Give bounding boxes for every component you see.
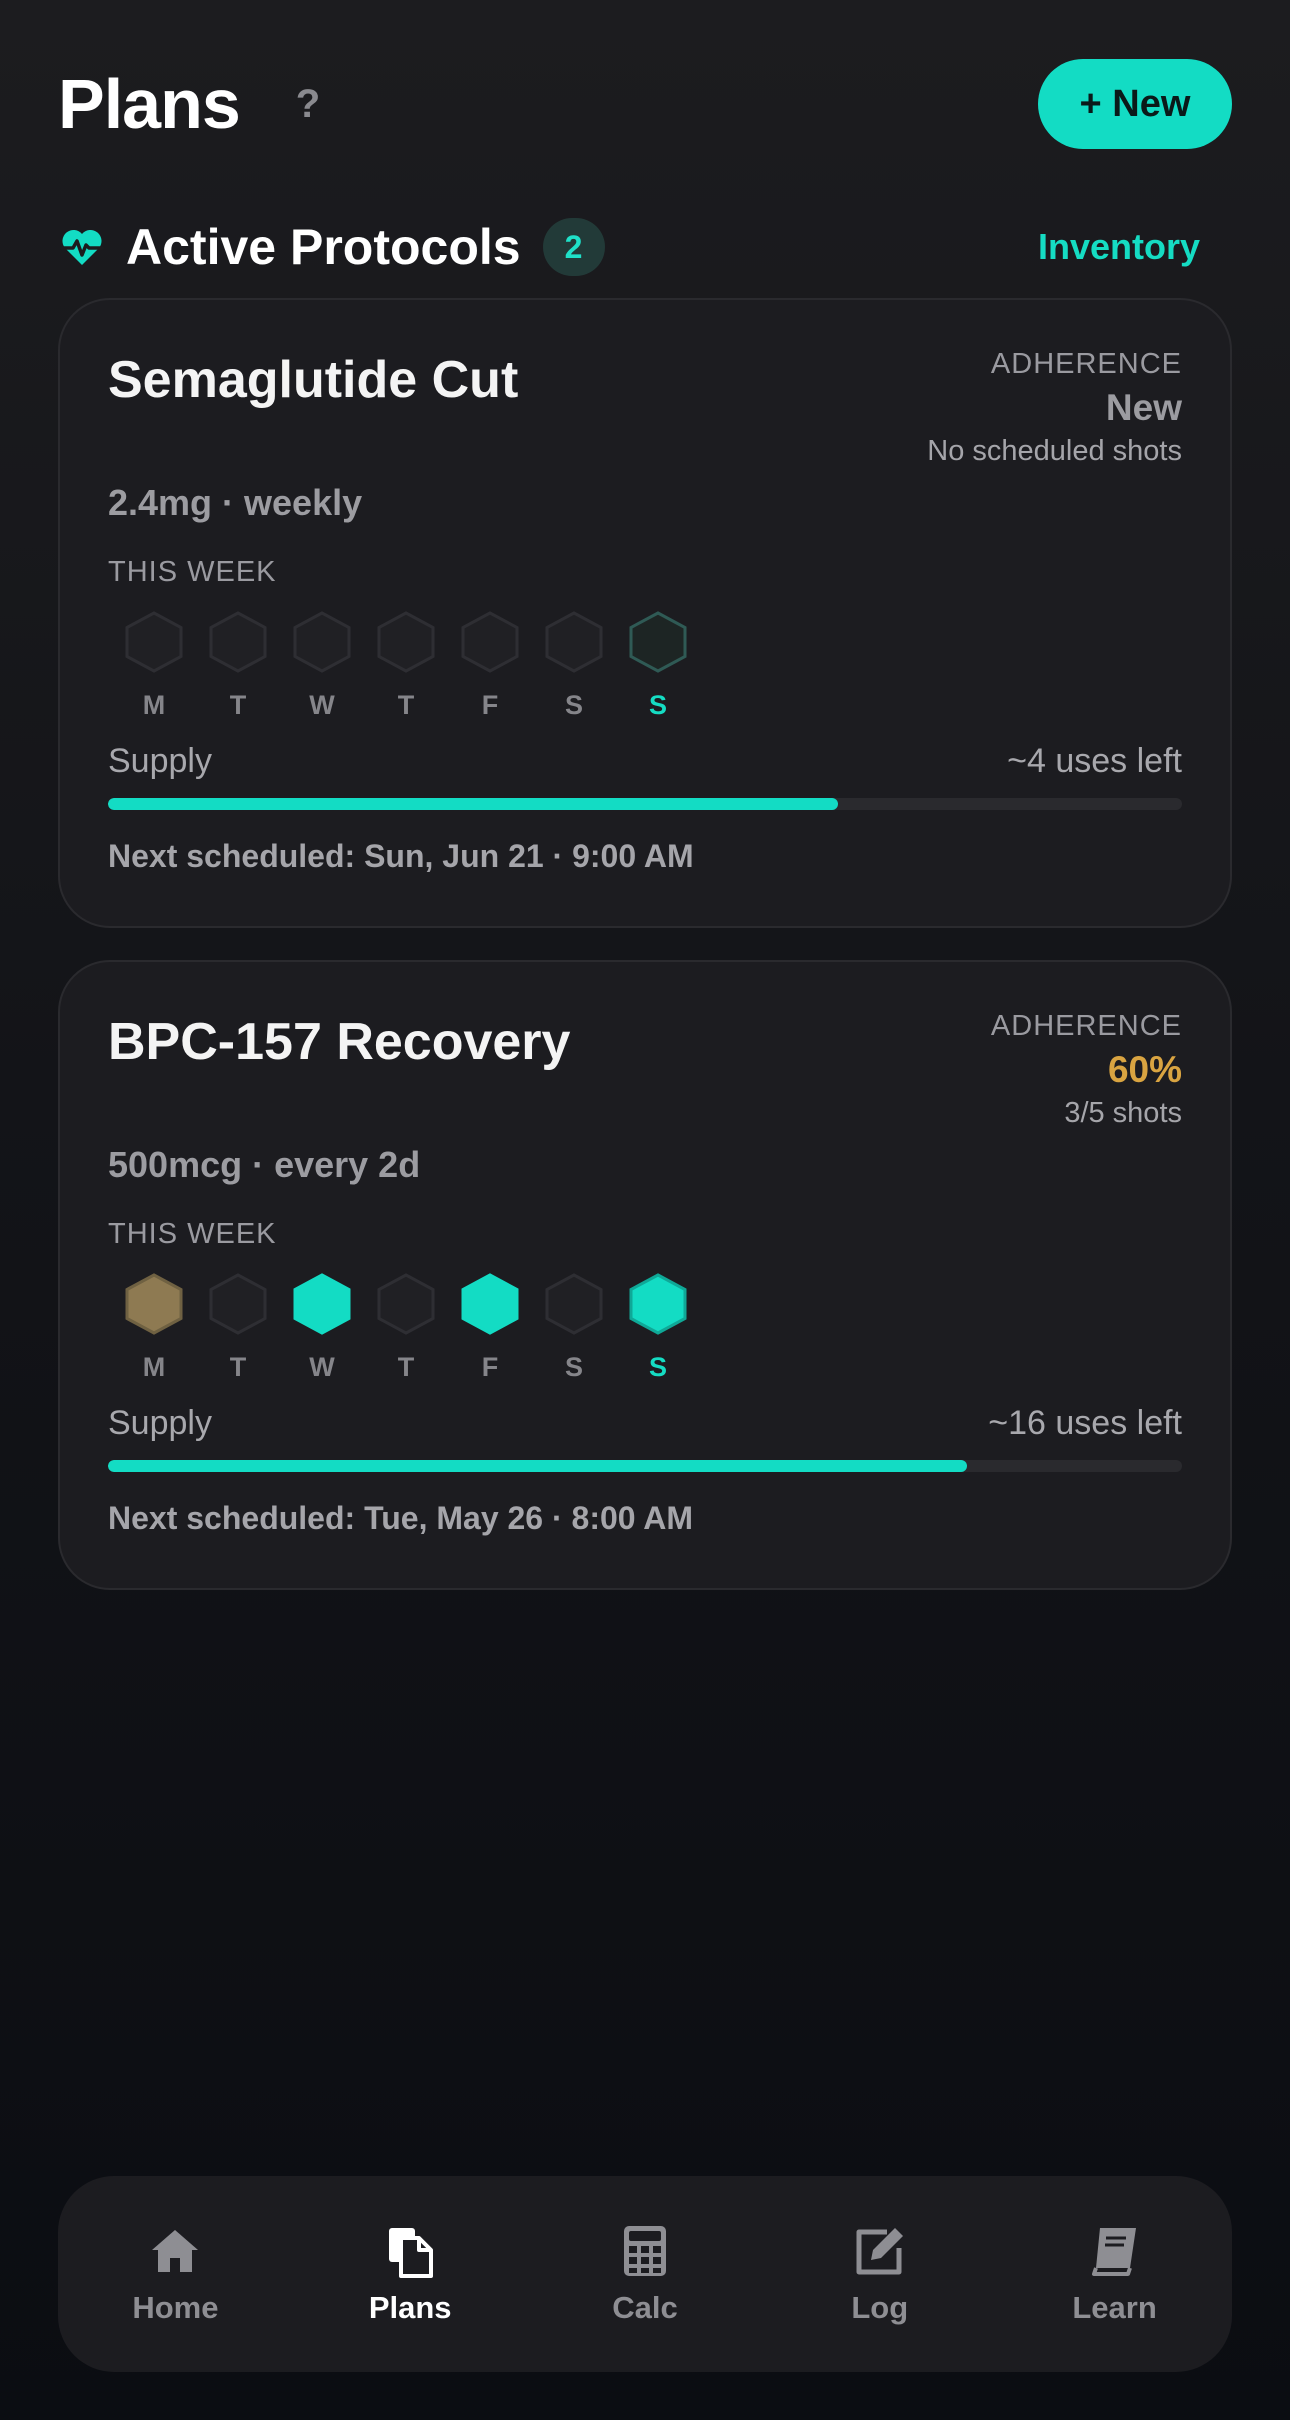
day-letter: M (142, 690, 166, 720)
day-indicator: T (364, 610, 448, 721)
adherence-value: 60% (1107, 1049, 1182, 1090)
heart-pulse-icon (60, 229, 104, 265)
day-letter: S (564, 690, 583, 720)
week-label: THIS WEEK (108, 556, 277, 588)
day-indicator: M (112, 610, 196, 721)
day-indicator: T (196, 610, 280, 721)
nav-home[interactable]: Home (58, 2222, 293, 2326)
hexagon-icon (461, 1273, 519, 1335)
hexagon-icon (293, 1273, 351, 1335)
supply-row: Supply ~4 uses left (108, 742, 1182, 781)
day-letter: F (481, 690, 499, 720)
bottom-nav: Home Plans Calc Log Learn (58, 2176, 1232, 2372)
nav-label: Log (851, 2290, 909, 2325)
day-indicator: F (448, 1272, 532, 1383)
nav-calc[interactable]: Calc (528, 2222, 763, 2326)
day-letter: T (229, 690, 247, 720)
supply-label: Supply (108, 1404, 212, 1442)
day-indicator: T (196, 1272, 280, 1383)
day-indicator: W (280, 1272, 364, 1383)
protocol-name: BPC-157 Recovery (108, 1013, 571, 1071)
day-letter: T (397, 1352, 415, 1382)
hexagon-icon (545, 611, 603, 673)
day-indicator: W (280, 610, 364, 721)
day-letter: W (309, 690, 335, 720)
new-plan-button[interactable]: + New (1038, 59, 1232, 149)
hexagon-icon (209, 611, 267, 673)
next-scheduled: Next scheduled: Tue, May 26 · 8:00 AM (108, 1500, 694, 1536)
day-indicator: M (112, 1272, 196, 1383)
nav-label: Home (132, 2290, 219, 2325)
day-letter: S (648, 1352, 667, 1382)
book-icon (1091, 2228, 1136, 2276)
header: Plans ? + New (58, 58, 1232, 150)
nav-label: Learn (1072, 2290, 1157, 2325)
day-letter: M (142, 1352, 166, 1382)
day-letter: T (229, 1352, 247, 1382)
nav-log[interactable]: Log (762, 2222, 997, 2326)
nav-label: Calc (612, 2290, 678, 2325)
supply-remaining: ~16 uses left (988, 1404, 1182, 1442)
nav-learn[interactable]: Learn (997, 2222, 1232, 2326)
day-letter: S (564, 1352, 583, 1382)
hexagon-icon (629, 1273, 687, 1335)
hexagon-icon (293, 611, 351, 673)
edit-icon (856, 2228, 903, 2275)
calculator-icon (623, 2226, 666, 2276)
section-header: Active Protocols 2 Inventory (58, 214, 1232, 280)
hexagon-icon (545, 1273, 603, 1335)
day-indicator: F (448, 610, 532, 721)
week-days: MTWTFSS (112, 1272, 700, 1383)
day-indicator: S (616, 610, 700, 721)
hexagon-icon (377, 611, 435, 673)
supply-row: Supply ~16 uses left (108, 1404, 1182, 1443)
week-label: THIS WEEK (108, 1218, 277, 1250)
dose-schedule: 500mcg · every 2d (108, 1144, 421, 1185)
hexagon-icon (125, 1273, 183, 1335)
protocol-card[interactable]: BPC-157 Recovery ADHERENCE 60% 3/5 shots… (58, 960, 1232, 1590)
adherence-block: ADHERENCE New No scheduled shots (927, 348, 1182, 468)
adherence-label: ADHERENCE (990, 1010, 1182, 1042)
plans-screen: Plans ? + New Active Protocols 2 Invento… (0, 0, 1290, 2420)
adherence-value: New (1105, 387, 1182, 428)
page-title: Plans (58, 65, 241, 143)
adherence-sub: 3/5 shots (1064, 1097, 1182, 1129)
dose-schedule: 2.4mg · weekly (108, 482, 363, 523)
supply-remaining: ~4 uses left (1007, 742, 1182, 780)
day-letter: F (481, 1352, 499, 1382)
day-indicator: S (532, 1272, 616, 1383)
supply-bar (108, 798, 1182, 810)
next-scheduled: Next scheduled: Sun, Jun 21 · 9:00 AM (108, 838, 694, 874)
day-letter: S (648, 690, 667, 720)
day-indicator: T (364, 1272, 448, 1383)
hexagon-icon (209, 1273, 267, 1335)
inventory-link[interactable]: Inventory (1038, 226, 1200, 268)
adherence-label: ADHERENCE (990, 348, 1182, 380)
hexagon-icon (461, 611, 519, 673)
protocol-card[interactable]: Semaglutide Cut ADHERENCE New No schedul… (58, 298, 1232, 928)
nav-label: Plans (368, 2290, 452, 2325)
plans-icon (389, 2228, 434, 2278)
hexagon-icon (125, 611, 183, 673)
day-indicator: S (532, 610, 616, 721)
supply-bar (108, 1460, 1182, 1472)
supply-bar-fill (108, 798, 839, 810)
hexagon-icon (629, 611, 687, 673)
day-letter: T (397, 690, 415, 720)
nav-plans[interactable]: Plans (293, 2222, 528, 2326)
section-title: Active Protocols (126, 219, 521, 275)
help-icon[interactable]: ? (296, 82, 320, 127)
home-icon (152, 2230, 199, 2272)
hexagon-icon (377, 1273, 435, 1335)
adherence-block: ADHERENCE 60% 3/5 shots (991, 1010, 1182, 1130)
protocol-name: Semaglutide Cut (108, 351, 519, 409)
supply-bar-fill (108, 1460, 968, 1472)
week-days: MTWTFSS (112, 610, 700, 721)
supply-label: Supply (108, 742, 212, 780)
day-indicator: S (616, 1272, 700, 1383)
adherence-sub: No scheduled shots (927, 435, 1182, 467)
count-badge: 2 (542, 218, 605, 276)
day-letter: W (309, 1352, 335, 1382)
